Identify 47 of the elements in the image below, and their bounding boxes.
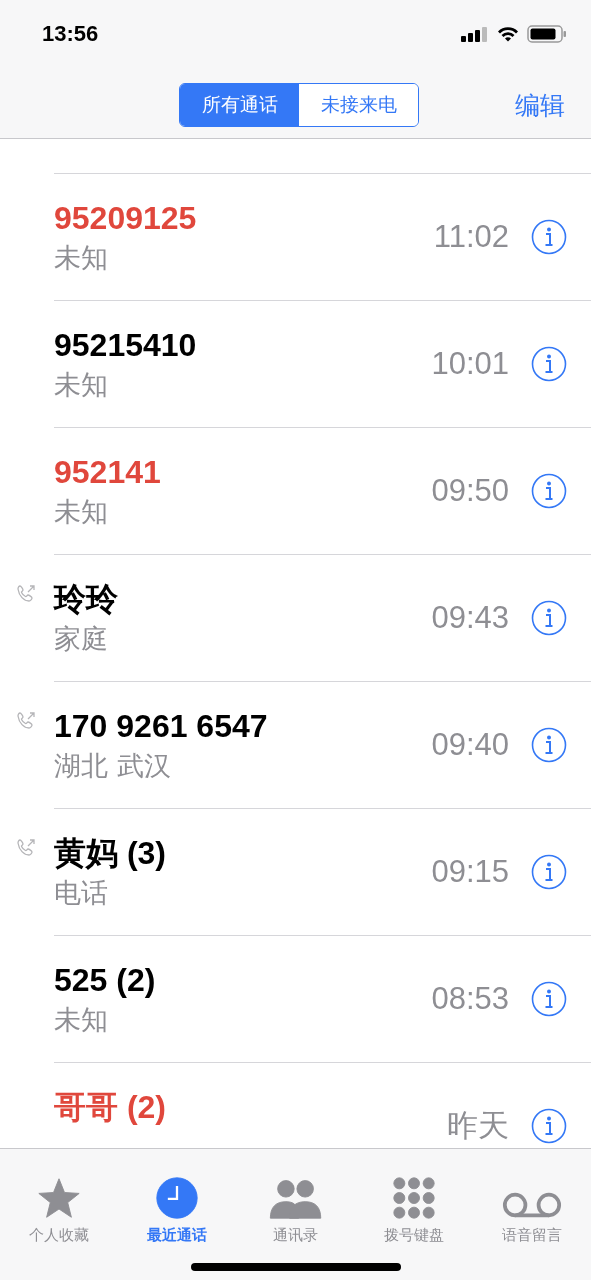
keypad-icon <box>391 1176 436 1220</box>
tab-bar-item[interactable]: 个人收藏 <box>0 1149 119 1249</box>
call-time: 09:15 <box>431 854 509 890</box>
call-detail: 未知 <box>54 1003 109 1037</box>
caller-name: 95209125 <box>54 199 198 238</box>
call-time: 昨天 <box>447 1107 509 1145</box>
caller-name: 952141 <box>54 453 162 492</box>
info-icon[interactable] <box>531 1108 567 1144</box>
info-icon[interactable] <box>531 600 567 636</box>
caller-name: 黄妈 (3) <box>54 834 167 873</box>
call-time: 11:02 <box>433 219 509 255</box>
signal-icon <box>461 26 489 42</box>
info-icon[interactable] <box>531 219 567 255</box>
clock-icon <box>155 1176 200 1220</box>
info-icon[interactable] <box>531 727 567 763</box>
edit-button[interactable]: 编辑 <box>515 88 565 122</box>
battery-icon <box>527 25 567 43</box>
info-icon[interactable] <box>531 854 567 890</box>
call-detail: 湖北 武汉 <box>54 749 172 783</box>
caller-name: 玲玲 <box>54 580 119 619</box>
call-detail: 未知 <box>54 495 109 529</box>
caller-name: 哥哥 (2) <box>54 1088 167 1127</box>
star-icon <box>37 1176 82 1220</box>
call-time: 09:43 <box>431 600 509 636</box>
call-detail: 未知 <box>54 241 109 275</box>
call-time: 09:40 <box>431 727 509 763</box>
call-detail: 电话 <box>54 876 109 910</box>
call-time: 08:53 <box>431 981 509 1017</box>
segment-tab[interactable]: 所有通话 <box>180 84 299 126</box>
status-time: 13:56 <box>42 21 99 47</box>
caller-name: 95215410 <box>54 326 198 365</box>
tab-bar-item[interactable]: 拨号键盘 <box>354 1149 473 1249</box>
caller-name: 525 (2) <box>54 961 157 1000</box>
segment-tab[interactable]: 未接来电 <box>299 84 418 126</box>
caller-name: 170 9261 6547 <box>54 707 269 746</box>
info-icon[interactable] <box>531 346 567 382</box>
call-time: 09:50 <box>431 473 509 509</box>
tab-bar-item[interactable]: 最近通话 <box>118 1149 237 1249</box>
tab-bar-item[interactable]: 语音留言 <box>472 1149 591 1249</box>
call-detail: 未知 <box>54 368 109 402</box>
info-icon[interactable] <box>531 981 567 1017</box>
info-icon[interactable] <box>531 473 567 509</box>
call-time: 10:01 <box>431 346 509 382</box>
call-detail: 家庭 <box>54 622 109 656</box>
wifi-icon <box>497 26 519 42</box>
voicemail-icon <box>501 1190 562 1220</box>
tab-bar-item[interactable]: 通讯录 <box>236 1149 355 1249</box>
